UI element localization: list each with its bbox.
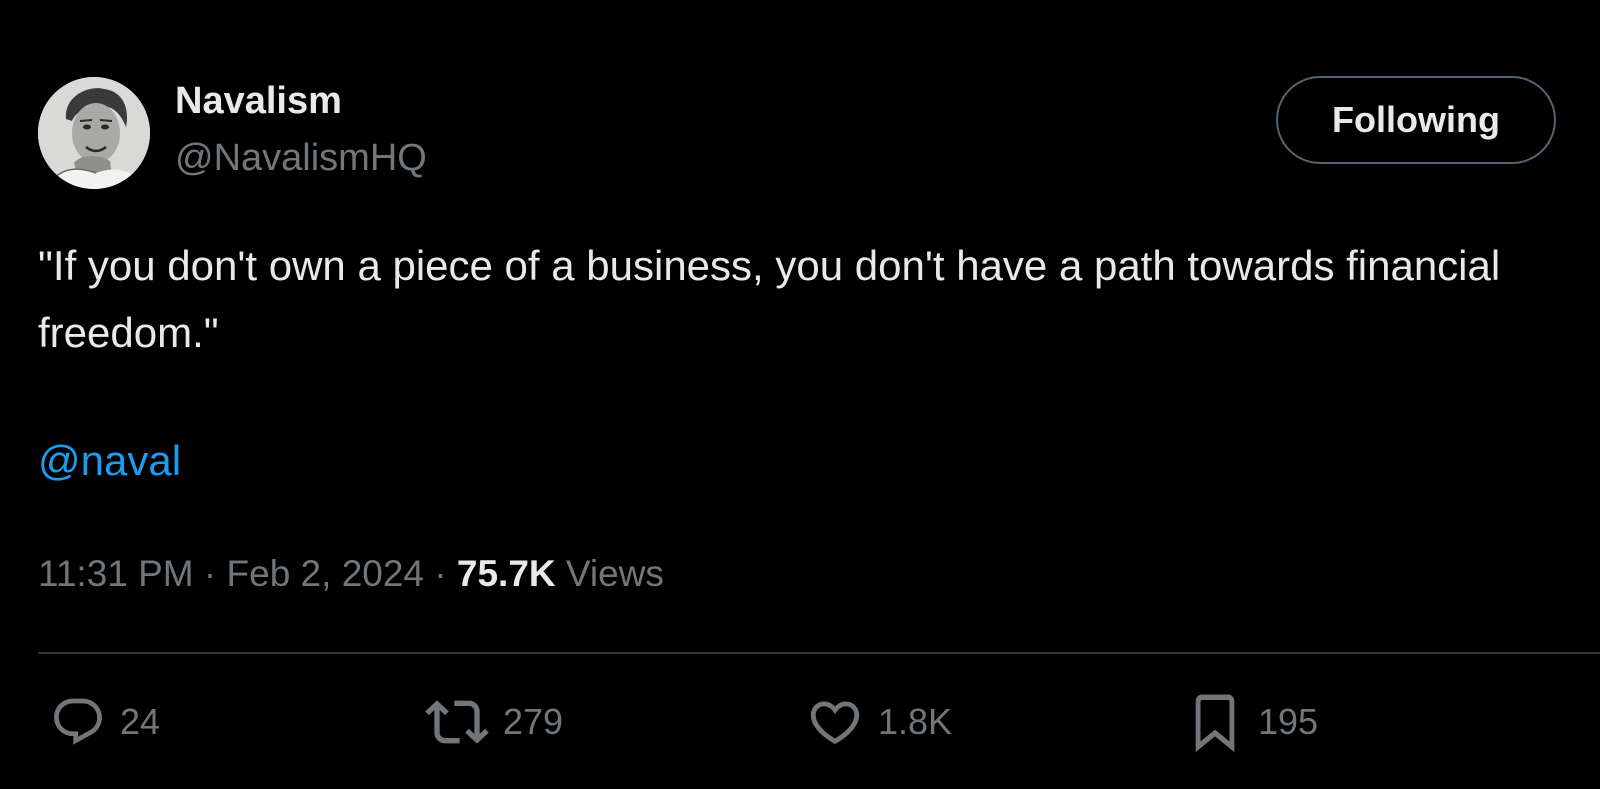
- following-button[interactable]: Following: [1276, 76, 1556, 164]
- author-handle[interactable]: @NavalismHQ: [175, 137, 427, 180]
- bookmark-count: 195: [1258, 701, 1319, 742]
- reply-count: 24: [120, 701, 161, 742]
- avatar[interactable]: [38, 77, 150, 189]
- retweet-count: 279: [503, 701, 564, 742]
- avatar-portrait-icon: [38, 77, 150, 189]
- meta-separator: ·: [424, 553, 457, 594]
- retweet-icon: [425, 690, 489, 754]
- tweet-text: "If you don't own a piece of a business,…: [38, 242, 1501, 356]
- like-count: 1.8K: [878, 701, 953, 742]
- tweet-time[interactable]: 11:31 PM: [38, 553, 194, 594]
- tweet-meta: 11:31 PM · Feb 2, 2024 · 75.7K Views: [38, 553, 664, 595]
- reply-icon: [50, 694, 106, 750]
- author-display-name[interactable]: Navalism: [175, 80, 342, 123]
- views-label: Views: [555, 553, 664, 594]
- divider: [38, 652, 1600, 654]
- like-button[interactable]: 1.8K: [806, 684, 952, 760]
- bookmark-button[interactable]: 195: [1186, 684, 1318, 760]
- tweet-date[interactable]: Feb 2, 2024: [227, 553, 424, 594]
- meta-separator: ·: [193, 553, 227, 594]
- mention-link[interactable]: @naval: [38, 437, 181, 485]
- heart-icon: [806, 693, 864, 751]
- action-bar: 24 279 1.8K 195: [0, 684, 1600, 764]
- reply-button[interactable]: 24: [50, 684, 160, 760]
- tweet-detail: Navalism @NavalismHQ Following "If you d…: [0, 0, 1600, 789]
- views-count: 75.7K: [456, 553, 556, 594]
- retweet-button[interactable]: 279: [425, 684, 563, 760]
- bookmark-icon: [1186, 689, 1244, 755]
